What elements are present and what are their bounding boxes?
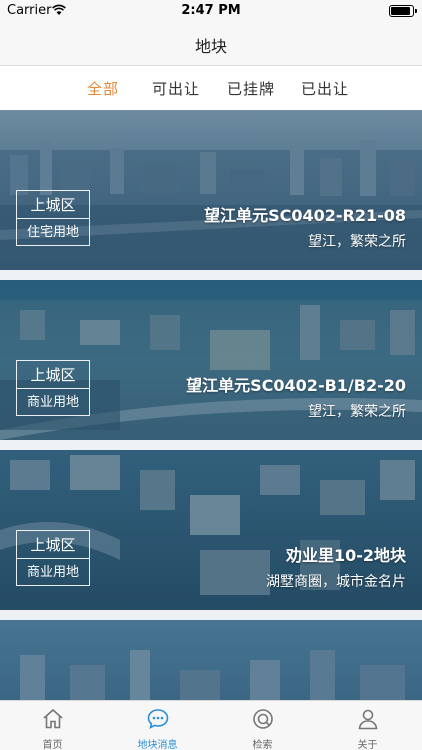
tab-label: 检索 xyxy=(252,740,273,750)
tab-label: 首页 xyxy=(42,740,63,750)
district-label: 上城区 xyxy=(17,361,89,389)
user-icon xyxy=(358,709,378,730)
filter-bar: 全部 可出让 已挂牌 已出让 xyxy=(0,66,422,110)
tab-label: 关于 xyxy=(357,740,378,750)
land-plot-list[interactable]: 上城区 住宅用地 望江单元SC0402-R21-08 望江，繁荣之所 上城区 商… xyxy=(0,110,422,700)
district-label: 上城区 xyxy=(17,531,89,559)
land-usage-label: 商业用地 xyxy=(26,395,79,410)
bottom-tab-bar: 首页 地块消息 检索 关于 xyxy=(0,700,422,750)
status-bar: Carrier 2:47 PM xyxy=(0,0,422,22)
land-plot-card[interactable]: 上城区 商业用地 劝业里10-2地块 湖墅商圈，城市金名片 xyxy=(0,450,422,610)
plot-title: 望江单元SC0402-B1/B2-20 xyxy=(186,376,406,395)
land-usage-label: 住宅用地 xyxy=(26,225,79,240)
search-icon xyxy=(253,709,273,729)
district-usage-tag: 上城区 商业用地 xyxy=(16,360,90,416)
plot-subtitle: 湖墅商圈，城市金名片 xyxy=(266,574,406,590)
district-label: 上城区 xyxy=(17,191,89,219)
land-plot-card[interactable]: 上城区 商业用地 望江单元SC0402-B1/B2-20 望江，繁荣之所 xyxy=(0,280,422,440)
plot-subtitle: 望江，繁荣之所 xyxy=(308,234,406,250)
plot-title: 望江单元SC0402-R21-08 xyxy=(204,206,406,225)
district-usage-tag: 上城区 商业用地 xyxy=(16,530,90,586)
tab-search[interactable]: 检索 xyxy=(210,701,315,750)
tab-plot-messages[interactable]: 地块消息 xyxy=(105,701,210,750)
page-title: 地块 xyxy=(194,37,227,56)
clock-time: 2:47 PM xyxy=(181,3,241,18)
land-plot-card[interactable] xyxy=(0,620,422,700)
district-usage-tag: 上城区 住宅用地 xyxy=(16,190,90,246)
chat-bubble-icon xyxy=(147,709,169,729)
home-icon xyxy=(43,708,63,729)
plot-subtitle: 望江，繁荣之所 xyxy=(308,404,406,420)
plot-title: 劝业里10-2地块 xyxy=(285,546,406,565)
land-usage-label: 商业用地 xyxy=(26,565,79,580)
filter-tab-sold[interactable]: 已出让 xyxy=(301,78,349,99)
tab-label: 地块消息 xyxy=(137,740,178,750)
tab-home[interactable]: 首页 xyxy=(0,701,105,750)
land-plot-card[interactable]: 上城区 住宅用地 望江单元SC0402-R21-08 望江，繁荣之所 xyxy=(0,110,422,270)
tab-about[interactable]: 关于 xyxy=(315,701,420,750)
battery-icon xyxy=(389,5,417,17)
navigation-bar: 地块 xyxy=(0,22,422,66)
filter-tab-listed[interactable]: 已挂牌 xyxy=(227,78,275,99)
filter-tab-all[interactable]: 全部 xyxy=(87,78,119,99)
filter-tab-available[interactable]: 可出让 xyxy=(152,78,200,99)
